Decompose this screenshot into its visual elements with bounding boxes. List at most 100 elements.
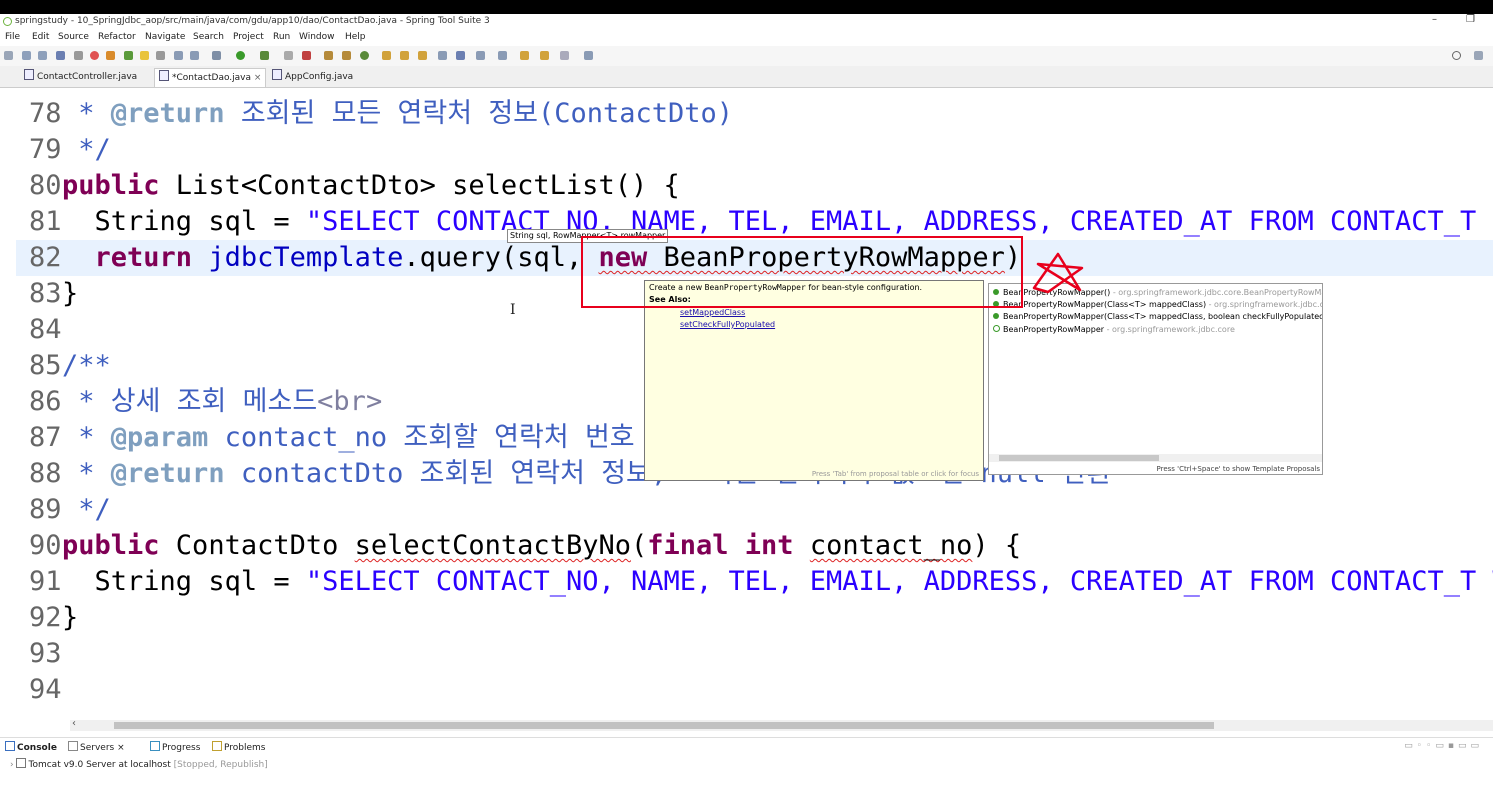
- code-line: 90public ContactDto selectContactByNo(fi…: [16, 528, 1493, 564]
- code-token: BeanPropertyRowMapper: [647, 242, 1005, 273]
- spring-icon[interactable]: [106, 51, 115, 60]
- next-annotation-icon[interactable]: [476, 51, 485, 60]
- server-icon[interactable]: [302, 51, 311, 60]
- quick-access-search-icon[interactable]: [1452, 51, 1461, 60]
- tab-problems[interactable]: Problems: [212, 741, 265, 753]
- back-icon[interactable]: [540, 51, 549, 60]
- editor-hscrollbar[interactable]: ‹: [70, 718, 1493, 731]
- menu-project[interactable]: Project: [233, 32, 264, 42]
- annotation-icon[interactable]: [438, 51, 447, 60]
- close-tab-icon[interactable]: ×: [117, 743, 125, 753]
- save-all-icon[interactable]: [38, 51, 47, 60]
- run-icon[interactable]: [236, 51, 245, 60]
- menu-edit[interactable]: Edit: [32, 32, 49, 42]
- menu-window[interactable]: Window: [299, 32, 335, 42]
- code-token: .query(: [403, 242, 518, 273]
- restore-button[interactable]: ❐: [1466, 14, 1475, 25]
- debug-icon[interactable]: [212, 51, 221, 60]
- code-line: 92}: [16, 600, 1493, 636]
- scroll-left-icon[interactable]: ‹: [72, 718, 76, 729]
- line-number: 84: [29, 314, 62, 345]
- tab-app-config[interactable]: AppConfig.java: [268, 68, 357, 86]
- minimize-button[interactable]: –: [1432, 14, 1437, 25]
- forward-icon[interactable]: [560, 51, 569, 60]
- line-number: 86: [29, 386, 62, 417]
- new-class-icon[interactable]: [342, 51, 351, 60]
- scroll-thumb[interactable]: [114, 722, 1214, 729]
- doc-link-set-mapped-class[interactable]: setMappedClass: [680, 308, 745, 317]
- open-task-icon[interactable]: [400, 51, 409, 60]
- block-select-icon[interactable]: [156, 51, 165, 60]
- server-row[interactable]: › Tomcat v9.0 Server at localhost [Stopp…: [10, 758, 268, 770]
- search-icon[interactable]: [418, 51, 427, 60]
- javadoc-popup[interactable]: Create a new BeanPropertyRowMapper for b…: [644, 280, 984, 481]
- run-external-icon[interactable]: [260, 51, 269, 60]
- highlight-icon[interactable]: [140, 51, 149, 60]
- menu-source[interactable]: Source: [58, 32, 89, 42]
- field-token: jdbcTemplate: [208, 242, 404, 273]
- new-icon[interactable]: [4, 51, 13, 60]
- last-edit-icon[interactable]: [520, 51, 529, 60]
- pin-editor-icon[interactable]: [584, 51, 593, 60]
- code-line: 80public List<ContactDto> selectList() {: [16, 168, 1493, 204]
- content-assist-proposals[interactable]: BeanPropertyRowMapper() - org.springfram…: [988, 283, 1323, 475]
- java-file-icon: [159, 70, 169, 81]
- line-number: 82: [29, 242, 62, 273]
- doc-link-set-check-fully-populated[interactable]: setCheckFullyPopulated: [680, 320, 775, 329]
- menu-file[interactable]: File: [5, 32, 20, 42]
- keyword: return: [94, 242, 193, 273]
- java-file-icon: [24, 69, 34, 80]
- tab-label: Progress: [162, 743, 201, 753]
- tab-progress[interactable]: Progress: [150, 741, 200, 753]
- proposal-item[interactable]: BeanPropertyRowMapper(Class<T> mappedCla…: [993, 299, 1322, 311]
- tab-label: Servers: [80, 743, 115, 753]
- code-token: *: [62, 458, 111, 489]
- open-type-icon[interactable]: [382, 51, 391, 60]
- code-line: 91 String sql = "SELECT CONTACT_NO, NAME…: [16, 564, 1493, 600]
- doc-description: Create a new BeanPropertyRowMapper for b…: [649, 283, 922, 292]
- code-token: =: [257, 566, 306, 597]
- proposal-item[interactable]: BeanPropertyRowMapper(Class<T> mappedCla…: [993, 311, 1322, 323]
- code-token: ) {: [972, 530, 1022, 561]
- panel-toolbar-icons[interactable]: ▭◦◦▭▪▭▭: [1404, 741, 1483, 751]
- proposal-item[interactable]: BeanPropertyRowMapper - org.springframew…: [993, 324, 1235, 336]
- line-number: 83: [29, 278, 62, 309]
- tab-contact-controller[interactable]: ContactController.java: [20, 68, 141, 86]
- scroll-thumb[interactable]: [999, 455, 1159, 461]
- tab-console[interactable]: Console: [5, 741, 57, 753]
- close-tab-icon[interactable]: ×: [254, 73, 262, 83]
- tab-contact-dao[interactable]: *ContactDao.java ×: [154, 68, 267, 87]
- pilcrow-icon[interactable]: [190, 51, 199, 60]
- perspective-icon[interactable]: [1474, 51, 1483, 60]
- prev-annotation-icon[interactable]: [498, 51, 507, 60]
- server-icon: [16, 758, 27, 768]
- menu-bar: File Edit Source Refactor Navigate Searc…: [0, 31, 1493, 45]
- sts-logo-icon: [3, 17, 12, 26]
- menu-help[interactable]: Help: [345, 32, 366, 42]
- new-project-icon[interactable]: [360, 51, 369, 60]
- show-whitespace-icon[interactable]: [174, 51, 183, 60]
- menu-navigate[interactable]: Navigate: [145, 32, 185, 42]
- terminal-icon[interactable]: [56, 51, 65, 60]
- menu-refactor[interactable]: Refactor: [98, 32, 136, 42]
- string-literal: "SELECT CONTACT_NO, NAME, TEL, EMAIL, AD…: [305, 206, 1493, 237]
- save-icon[interactable]: [22, 51, 31, 60]
- menu-search[interactable]: Search: [193, 32, 224, 42]
- stop-icon[interactable]: [90, 51, 99, 60]
- task-icon[interactable]: [124, 51, 133, 60]
- web-icon[interactable]: [456, 51, 465, 60]
- coverage-icon[interactable]: [284, 51, 293, 60]
- line-number: 85: [29, 350, 62, 381]
- menu-run[interactable]: Run: [273, 32, 290, 42]
- html-tag: <br>: [317, 386, 383, 417]
- new-package-icon[interactable]: [324, 51, 333, 60]
- doc-code: BeanPropertyRowMapper: [704, 283, 806, 292]
- constructor-icon: [993, 313, 999, 319]
- skip-breakpoints-icon[interactable]: [74, 51, 83, 60]
- proposals-hscrollbar[interactable]: [989, 454, 1322, 462]
- code-token: String: [62, 566, 209, 597]
- code-token: String: [62, 206, 209, 237]
- tab-servers[interactable]: Servers ×: [68, 741, 125, 753]
